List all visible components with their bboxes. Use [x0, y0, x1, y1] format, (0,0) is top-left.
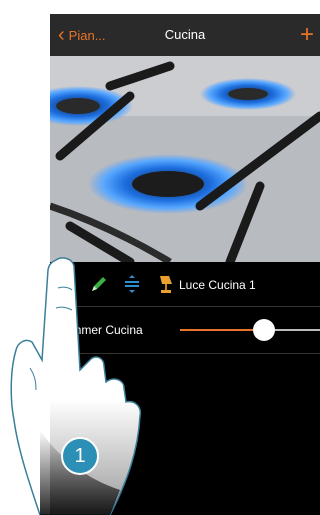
slider-fill: [180, 329, 264, 331]
step-badge: 1: [61, 437, 99, 475]
back-button-label: Pian...: [68, 27, 106, 43]
light-name: Luce Cucina 1: [179, 278, 256, 292]
stove-illustration: [50, 56, 320, 262]
slider-knob[interactable]: [253, 319, 275, 341]
navbar: ‹ Pian... Cucina +: [50, 14, 320, 56]
chevron-left-icon: ‹: [58, 24, 65, 46]
back-button[interactable]: ‹ Pian...: [58, 14, 106, 56]
add-button[interactable]: +: [300, 14, 314, 56]
dimmer-slider[interactable]: [180, 319, 320, 341]
pointing-hand-overlay: [10, 257, 142, 515]
room-image: [50, 56, 320, 262]
